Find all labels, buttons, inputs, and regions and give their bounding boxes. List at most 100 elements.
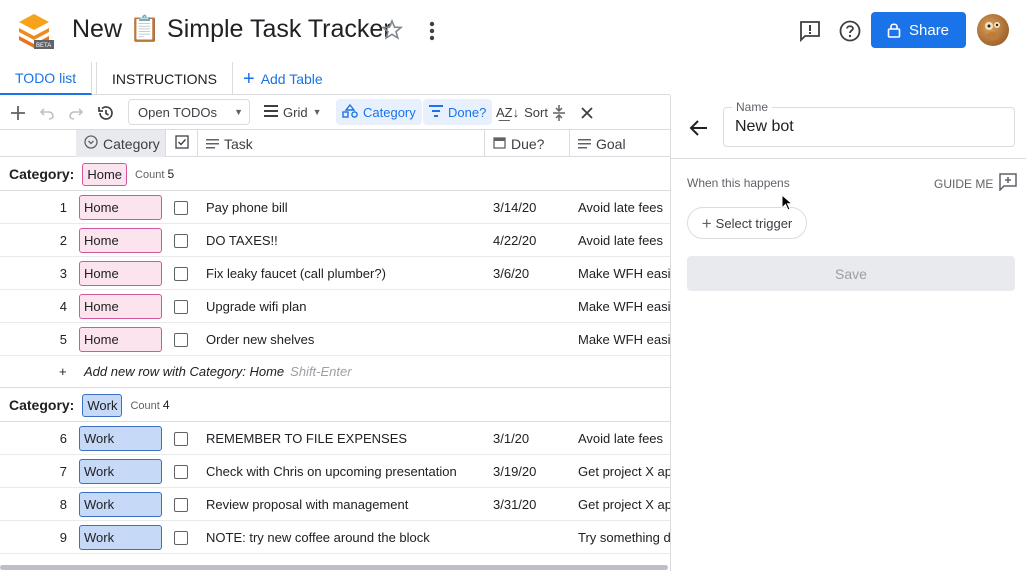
goal-cell[interactable]: Try something different <box>578 521 670 554</box>
table-row[interactable]: 9 Work NOTE: try new coffee around the b… <box>0 521 670 554</box>
column-header-due[interactable]: Due? <box>485 130 570 157</box>
horizontal-scrollbar[interactable] <box>0 565 668 570</box>
task-cell[interactable]: Review proposal with management <box>206 488 484 521</box>
table-row[interactable]: 3 Home Fix leaky faucet (call plumber?) … <box>0 257 670 290</box>
app-logo-icon[interactable]: BETA <box>15 12 57 50</box>
goal-cell[interactable]: Avoid late fees <box>578 224 670 257</box>
filter-done-button[interactable]: Done? <box>423 99 493 125</box>
bot-name-input[interactable] <box>735 118 995 136</box>
table-row[interactable]: 6 Work REMEMBER TO FILE EXPENSES 3/1/20 … <box>0 422 670 455</box>
due-cell[interactable]: 3/19/20 <box>493 455 568 488</box>
goal-cell[interactable]: Avoid late fees <box>578 191 670 224</box>
due-cell[interactable]: 4/22/20 <box>493 224 568 257</box>
feedback-icon[interactable] <box>798 19 822 43</box>
task-cell[interactable]: Upgrade wifi plan <box>206 290 484 323</box>
add-row-icon[interactable] <box>8 103 28 123</box>
add-row-button[interactable]: + Add new row with Category: Home Shift-E… <box>0 355 670 388</box>
due-cell[interactable]: 3/14/20 <box>493 191 568 224</box>
table-row[interactable]: 2 Home DO TAXES!! 4/22/20 Avoid late fee… <box>0 224 670 257</box>
category-cell[interactable]: Home <box>79 224 162 257</box>
close-icon[interactable] <box>577 103 597 123</box>
done-checkbox[interactable] <box>174 488 189 521</box>
task-cell[interactable]: Fix leaky faucet (call plumber?) <box>206 257 484 290</box>
done-checkbox[interactable] <box>174 521 189 554</box>
tab-todo-list[interactable]: TODO list <box>0 62 93 95</box>
task-cell[interactable]: Pay phone bill <box>206 191 484 224</box>
grid-toolbar: Open TODOs ▼ Grid ▼ Category Done? A͟Z↓ … <box>0 95 670 130</box>
category-cell[interactable]: Home <box>79 191 162 224</box>
done-checkbox[interactable] <box>174 422 189 455</box>
done-checkbox[interactable] <box>174 323 189 356</box>
row-number: 2 <box>59 233 67 248</box>
due-cell[interactable] <box>493 290 568 323</box>
help-icon[interactable] <box>838 19 862 43</box>
add-table-label: Add Table <box>260 70 323 87</box>
undo-icon[interactable] <box>37 103 57 123</box>
goal-cell[interactable]: Avoid late fees <box>578 422 670 455</box>
mouse-cursor-icon <box>781 193 794 212</box>
done-checkbox[interactable] <box>174 191 189 224</box>
column-header-label: Category <box>103 135 160 152</box>
share-button[interactable]: Share <box>871 12 966 48</box>
doc-title[interactable]: New 📋 Simple Task Tracker <box>72 15 392 44</box>
task-cell[interactable]: NOTE: try new coffee around the block <box>206 521 484 554</box>
task-cell[interactable]: Check with Chris on upcoming presentatio… <box>206 455 484 488</box>
column-header-category[interactable]: Category <box>76 130 166 157</box>
goal-cell[interactable]: Get project X approved <box>578 455 670 488</box>
guide-me-button[interactable]: GUIDE ME <box>934 173 1018 194</box>
group-header-home[interactable]: Category: Home Count 5 <box>0 158 670 191</box>
bot-name-field[interactable]: Name <box>723 100 1015 147</box>
table-row[interactable]: 7 Work Check with Chris on upcoming pres… <box>0 455 670 488</box>
avatar[interactable] <box>977 14 1009 46</box>
plus-icon: + <box>243 67 255 90</box>
done-checkbox[interactable] <box>174 455 189 488</box>
due-cell[interactable] <box>493 323 568 356</box>
group-label: Category: <box>9 166 75 182</box>
category-cell[interactable]: Work <box>79 488 162 521</box>
table-row[interactable]: 4 Home Upgrade wifi plan Make WFH easier <box>0 290 670 323</box>
category-cell[interactable]: Work <box>79 422 162 455</box>
table-row[interactable]: 1 Home Pay phone bill 3/14/20 Avoid late… <box>0 191 670 224</box>
redo-icon[interactable] <box>66 103 86 123</box>
category-cell[interactable]: Work <box>79 455 162 488</box>
grid-layout-button[interactable]: Grid ▼ <box>258 99 327 125</box>
goal-cell[interactable]: Make WFH easier <box>578 257 670 290</box>
task-cell[interactable]: DO TAXES!! <box>206 224 484 257</box>
history-icon[interactable] <box>96 103 116 123</box>
back-arrow-icon[interactable] <box>688 117 710 139</box>
due-cell[interactable]: 3/1/20 <box>493 422 568 455</box>
add-table-button[interactable]: + Add Table <box>228 62 338 95</box>
goal-cell[interactable]: Make WFH easier <box>578 323 670 356</box>
save-button[interactable]: Save <box>687 256 1015 291</box>
table-row[interactable]: 8 Work Review proposal with management 3… <box>0 488 670 521</box>
row-height-icon[interactable] <box>549 103 569 123</box>
done-checkbox[interactable] <box>174 224 189 257</box>
tab-instructions[interactable]: INSTRUCTIONS <box>96 62 233 95</box>
sort-button[interactable]: A͟Z↓ Sort <box>490 99 554 125</box>
due-cell[interactable]: 3/31/20 <box>493 488 568 521</box>
table-row[interactable]: 5 Home Order new shelves Make WFH easier <box>0 323 670 356</box>
task-cell[interactable]: Order new shelves <box>206 323 484 356</box>
goal-cell[interactable]: Get project X approved <box>578 488 670 521</box>
group-header-work[interactable]: Category: Work Count 4 <box>0 389 670 422</box>
category-cell[interactable]: Home <box>79 257 162 290</box>
goal-cell[interactable]: Make WFH easier <box>578 290 670 323</box>
due-cell[interactable] <box>493 521 568 554</box>
plus-icon: + <box>701 213 712 233</box>
category-cell[interactable]: Work <box>79 521 162 554</box>
view-selector[interactable]: Open TODOs ▼ <box>128 99 250 125</box>
column-header-goal[interactable]: Goal <box>570 130 670 157</box>
done-checkbox[interactable] <box>174 257 189 290</box>
share-label: Share <box>909 21 950 39</box>
category-cell[interactable]: Home <box>79 290 162 323</box>
more-options-icon[interactable] <box>424 19 440 43</box>
group-by-category-button[interactable]: Category <box>336 99 422 125</box>
star-icon[interactable] <box>380 18 404 42</box>
category-cell[interactable]: Home <box>79 323 162 356</box>
column-header-done[interactable] <box>166 130 198 157</box>
task-cell[interactable]: REMEMBER TO FILE EXPENSES <box>206 422 484 455</box>
due-cell[interactable]: 3/6/20 <box>493 257 568 290</box>
done-label: Done? <box>448 104 487 120</box>
done-checkbox[interactable] <box>174 290 189 323</box>
column-header-task[interactable]: Task <box>198 130 485 157</box>
